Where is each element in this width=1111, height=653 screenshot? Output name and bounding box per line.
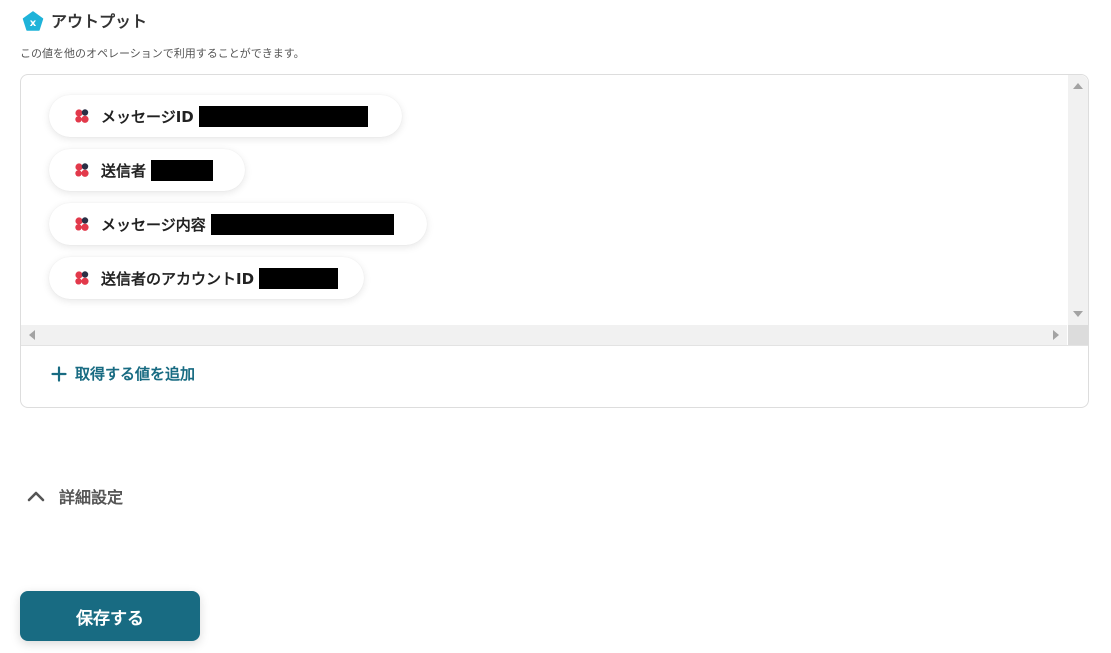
add-value-label: 取得する値を追加 <box>75 365 196 383</box>
redacted-value <box>259 267 338 289</box>
output-list-panel: メッセージID 送信者 メッセージ内容 送信者のアカウントID 取得する値を追加 <box>20 74 1089 408</box>
vertical-scrollbar[interactable] <box>1068 75 1088 325</box>
scroll-down-icon[interactable] <box>1073 311 1083 317</box>
advanced-settings-label: 詳細設定 <box>59 488 124 507</box>
output-settings-page: x アウトプット この値を他のオペレーションで利用することができます。 メッセー… <box>0 0 1111 653</box>
scroll-left-icon[interactable] <box>29 330 35 340</box>
plus-icon <box>51 365 67 382</box>
advanced-settings-toggle[interactable]: 詳細設定 <box>26 484 123 508</box>
output-item-message-id[interactable]: メッセージID <box>49 95 402 137</box>
scrollbar-corner <box>1068 325 1088 345</box>
output-item-sender[interactable]: 送信者 <box>49 149 245 191</box>
output-item-label: 送信者 <box>101 161 147 180</box>
output-item-message-body[interactable]: メッセージ内容 <box>49 203 427 245</box>
section-header: x アウトプット <box>22 11 147 33</box>
output-item-label: メッセージ内容 <box>101 215 206 234</box>
scroll-up-icon[interactable] <box>1073 83 1083 89</box>
chatwork-icon <box>75 217 89 231</box>
add-value-button[interactable]: 取得する値を追加 <box>51 363 195 384</box>
x-variable-icon: x <box>22 11 44 31</box>
output-item-sender-account-id[interactable]: 送信者のアカウントID <box>49 257 364 299</box>
output-list-scroll-area[interactable]: メッセージID 送信者 メッセージ内容 送信者のアカウントID <box>21 75 1067 325</box>
horizontal-scrollbar[interactable] <box>21 325 1067 345</box>
svg-text:x: x <box>30 18 37 29</box>
chatwork-icon <box>75 109 89 123</box>
section-title: アウトプット <box>51 12 148 31</box>
scroll-right-icon[interactable] <box>1053 330 1059 340</box>
save-button[interactable]: 保存する <box>20 591 200 641</box>
redacted-value <box>198 105 368 127</box>
redacted-value <box>210 213 394 235</box>
chevron-up-icon <box>27 491 45 502</box>
section-description: この値を他のオペレーションで利用することができます。 <box>20 47 305 60</box>
output-item-label: メッセージID <box>101 107 194 126</box>
chatwork-icon <box>75 271 89 285</box>
output-item-label: 送信者のアカウントID <box>101 269 255 288</box>
divider <box>21 345 1088 346</box>
redacted-value <box>151 159 214 181</box>
chatwork-icon <box>75 163 89 177</box>
